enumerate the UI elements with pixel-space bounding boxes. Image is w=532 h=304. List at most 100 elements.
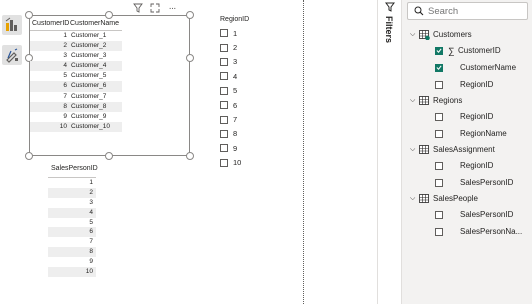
chevron-down-icon[interactable]: ⌵ — [410, 31, 419, 39]
column-header-customername[interactable]: CustomerName — [70, 19, 122, 29]
chevron-down-icon[interactable]: ⌵ — [410, 195, 419, 203]
tree-table-salespeople[interactable]: ⌵ SalesPeople — [410, 191, 532, 206]
field-checkbox[interactable] — [435, 210, 443, 219]
slicer-item[interactable]: 1 — [220, 26, 249, 40]
cell-customername: Customer_1 — [71, 32, 107, 39]
field-item[interactable]: SalesPersonID — [410, 206, 532, 223]
table-row: 5 — [89, 218, 93, 226]
resize-handle-bottom-left[interactable] — [25, 152, 33, 160]
build-visual-button[interactable] — [2, 15, 22, 35]
filters-label: Filters — [384, 16, 394, 44]
slicer-checkbox[interactable] — [220, 86, 228, 95]
cell-customerid: 8 — [63, 102, 67, 110]
resize-handle-top-left[interactable] — [25, 11, 33, 19]
field-item[interactable]: RegionID — [410, 76, 532, 93]
slicer-checkbox[interactable] — [220, 101, 228, 110]
slicer-item[interactable]: 3 — [220, 55, 249, 69]
cell-customername: Customer_10 — [71, 122, 111, 130]
slicer-item[interactable]: 7 — [220, 112, 249, 126]
filters-pane-collapsed[interactable]: Filters — [377, 0, 402, 304]
field-item[interactable]: SalesPersonNa... — [410, 223, 532, 240]
cell-customername: Customer_5 — [71, 72, 107, 80]
slicer-checkbox[interactable] — [220, 158, 228, 167]
slicer-item[interactable]: 9 — [220, 141, 249, 155]
table-name: Regions — [433, 96, 463, 105]
slicer-item[interactable]: 6 — [220, 98, 249, 112]
table-row: 8 — [48, 247, 96, 258]
table-row: 4 Customer_4 — [30, 61, 122, 72]
chevron-down-icon[interactable]: ⌵ — [410, 97, 419, 105]
chevron-down-icon[interactable]: ⌵ — [410, 146, 419, 154]
table-row: 3 — [89, 198, 93, 206]
field-checkbox[interactable] — [435, 129, 443, 138]
cell-customerid: 10 — [59, 122, 67, 130]
cell-customername: Customer_7 — [71, 92, 107, 100]
resize-handle-right[interactable] — [186, 54, 194, 62]
field-checkbox[interactable] — [435, 46, 443, 55]
tree-table-salesassignment[interactable]: ⌵ SalesAssignment — [410, 142, 532, 157]
slicer-checkbox[interactable] — [220, 57, 228, 66]
more-options-icon[interactable]: ··· — [167, 3, 177, 14]
field-checkbox[interactable] — [435, 63, 443, 72]
cell-customerid: 6 — [63, 82, 67, 90]
slicer-item[interactable]: 8 — [220, 127, 249, 141]
cell-customername: Customer_2 — [71, 42, 107, 50]
focus-mode-icon[interactable] — [150, 3, 160, 13]
resize-handle-top-right[interactable] — [186, 11, 194, 19]
slicer-item[interactable]: 5 — [220, 84, 249, 98]
slicer-item[interactable]: 10 — [220, 156, 249, 170]
field-label: SalesPersonID — [460, 210, 514, 219]
column-header-customerid[interactable]: CustomerID — [32, 19, 70, 29]
field-item[interactable]: RegionID — [410, 157, 532, 174]
resize-handle-top[interactable] — [105, 11, 113, 19]
slicer-item[interactable]: 2 — [220, 40, 249, 54]
field-checkbox[interactable] — [435, 80, 443, 89]
slicer-item-label: 8 — [233, 129, 238, 139]
cell-customername: Customer_6 — [71, 82, 107, 90]
field-label: RegionName — [460, 129, 507, 138]
format-visual-button[interactable] — [2, 45, 22, 65]
table-row: 8 Customer_8 — [30, 101, 122, 112]
slicer-item[interactable]: 4 — [220, 69, 249, 83]
column-header-salespersonid[interactable]: SalesPersonID — [48, 164, 98, 174]
resize-handle-bottom-right[interactable] — [186, 152, 194, 160]
slicer-checkbox[interactable] — [220, 43, 228, 52]
field-item[interactable]: SalesPersonID — [410, 174, 532, 191]
field-checkbox[interactable] — [435, 178, 443, 187]
slicer-checkbox[interactable] — [220, 115, 228, 124]
filter-icon[interactable] — [133, 3, 143, 13]
field-checkbox[interactable] — [435, 161, 443, 170]
fields-tree: ⌵ Customers ∑ CustomerID CustomerName Re… — [410, 27, 532, 240]
field-checkbox[interactable] — [435, 227, 443, 236]
cell-customerid: 9 — [63, 112, 67, 120]
slicer-item-label: 9 — [233, 143, 238, 153]
table-icon — [419, 95, 429, 105]
table-row: 1 — [89, 179, 93, 186]
cell-customername: Customer_9 — [71, 112, 107, 120]
tree-table-customers[interactable]: ⌵ Customers — [410, 27, 532, 42]
field-label: CustomerID — [458, 46, 501, 55]
visual-toolbar — [0, 0, 24, 304]
search-input[interactable] — [428, 5, 523, 17]
field-checkbox[interactable] — [435, 112, 443, 121]
field-item[interactable]: CustomerName — [410, 59, 532, 76]
search-box[interactable] — [407, 2, 528, 20]
field-label: RegionID — [460, 161, 494, 170]
cell-customerid: 4 — [63, 62, 67, 70]
slicer-checkbox[interactable] — [220, 29, 228, 38]
resize-handle-bottom[interactable] — [105, 152, 113, 160]
table-row: 9 — [89, 258, 93, 266]
slicer-checkbox[interactable] — [220, 144, 228, 153]
slicer-checkbox[interactable] — [220, 72, 228, 81]
field-item[interactable]: RegionName — [410, 125, 532, 142]
slicer-checkbox[interactable] — [220, 129, 228, 138]
table-row: 2 Customer_2 — [30, 41, 122, 52]
slicer-item-label: 7 — [233, 115, 238, 125]
slicer-item-label: 4 — [233, 71, 238, 81]
field-item[interactable]: ∑ CustomerID — [410, 42, 532, 59]
salesperson-table-visual[interactable]: SalesPersonID 1 2 3 4 5 6 7 8 9 10 — [48, 164, 98, 277]
slicer-item-label: 2 — [233, 43, 238, 53]
cell-customerid: 5 — [63, 72, 67, 80]
tree-table-regions[interactable]: ⌵ Regions — [410, 93, 532, 108]
field-item[interactable]: RegionID — [410, 108, 532, 125]
